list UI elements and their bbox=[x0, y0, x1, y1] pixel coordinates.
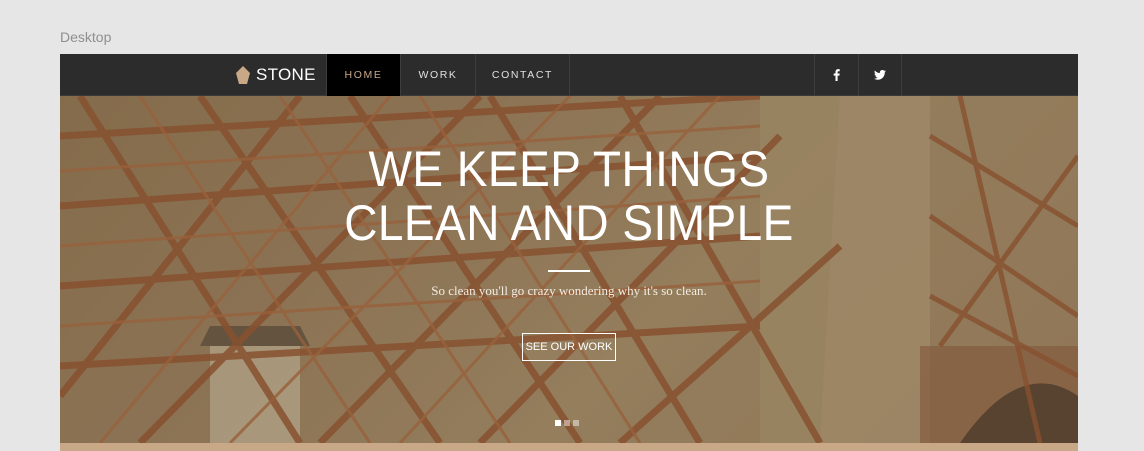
slide-dot-3[interactable] bbox=[573, 420, 579, 426]
twitter-button[interactable] bbox=[858, 54, 902, 96]
slide-dot-1[interactable] bbox=[555, 420, 561, 426]
nav-item-work[interactable]: WORK bbox=[401, 54, 476, 96]
hero-tagline: So clean you'll go crazy wondering why i… bbox=[431, 283, 707, 298]
nav-item-contact[interactable]: CONTACT bbox=[476, 54, 570, 96]
diamond-icon bbox=[236, 66, 250, 84]
twitter-icon bbox=[874, 70, 886, 80]
desktop-frame: STONE HOME WORK CONTACT WE KEEP THINGS C… bbox=[60, 54, 1078, 451]
facebook-icon bbox=[833, 69, 840, 81]
hero-banner: WE KEEP THINGS CLEAN AND SIMPLE So clean… bbox=[60, 96, 1078, 443]
next-section-strip bbox=[60, 443, 1078, 451]
slide-dot-2[interactable] bbox=[564, 420, 570, 426]
artboard-label: Desktop bbox=[60, 29, 112, 45]
facebook-button[interactable] bbox=[814, 54, 858, 96]
see-our-work-button[interactable]: SEE OUR WORK bbox=[522, 333, 616, 361]
headline-line-2: CLEAN AND SIMPLE bbox=[344, 195, 794, 251]
hero-headline: WE KEEP THINGS CLEAN AND SIMPLE bbox=[101, 142, 1038, 250]
navbar: STONE HOME WORK CONTACT bbox=[60, 54, 1078, 96]
headline-divider bbox=[548, 270, 590, 272]
social-links bbox=[814, 54, 902, 96]
logo-text: STONE bbox=[256, 65, 316, 84]
logo[interactable]: STONE bbox=[236, 54, 316, 96]
main-nav: HOME WORK CONTACT bbox=[326, 54, 570, 96]
slider-pagination bbox=[555, 420, 579, 426]
headline-line-1: WE KEEP THINGS bbox=[368, 141, 770, 197]
nav-item-home[interactable]: HOME bbox=[326, 54, 401, 96]
